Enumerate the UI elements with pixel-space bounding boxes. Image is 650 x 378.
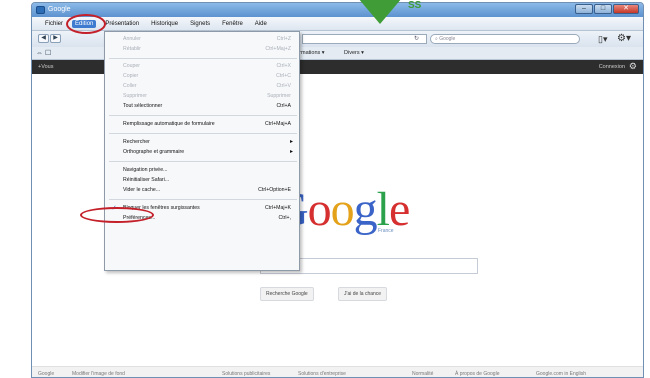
window-title: Google <box>48 6 71 13</box>
reload-icon[interactable]: ↻ <box>414 35 419 42</box>
footer-link[interactable]: Solutions d'entreprise <box>298 371 346 377</box>
preferences-highlight-ellipse <box>80 207 154 223</box>
menu-item-label: Tout sélectionner <box>123 103 163 109</box>
menu-item-rechercher[interactable]: Rechercher ▸ <box>105 138 299 147</box>
menu-separator <box>109 161 297 162</box>
close-button[interactable]: ✕ <box>613 4 639 14</box>
menu-item-shortcut: Ctrl+Maj+K <box>265 205 291 211</box>
gbar-plus-link[interactable]: +Vous <box>38 64 53 70</box>
menu-item-label: Navigation privée... <box>123 167 168 173</box>
bookmarks-icon[interactable]: ⇔ ☐ <box>36 49 51 57</box>
address-bar[interactable] <box>302 34 427 44</box>
menu-item-label: Réinitialiser Safari... <box>123 177 170 183</box>
menu-item-reinitialiser[interactable]: Réinitialiser Safari... <box>105 176 299 185</box>
submenu-arrow-icon: ▸ <box>289 149 293 155</box>
safari-app-icon <box>36 6 45 14</box>
google-search-button[interactable]: Recherche Google <box>260 287 314 301</box>
menu-item-vider-cache[interactable]: Vider le cache... Ctrl+Option+E <box>105 186 299 195</box>
footer-link[interactable]: Google.com in English <box>536 371 586 377</box>
submenu-arrow-icon: ▸ <box>289 139 293 145</box>
menu-item-shortcut: Ctrl+A <box>276 103 291 109</box>
footer-link[interactable]: Solutions publicitaires <box>222 371 270 377</box>
green-arrow-icon <box>358 0 402 24</box>
menu-item-copier[interactable]: Copier Ctrl+C <box>105 72 299 81</box>
footer-link[interactable]: Google <box>38 371 54 377</box>
menu-presentation[interactable]: Présentation <box>102 20 142 28</box>
search-placeholder: Google <box>439 36 456 42</box>
search-input[interactable]: ⌕ Google <box>430 34 580 44</box>
menu-item-navigation-privee[interactable]: Navigation privée... <box>105 166 299 175</box>
menu-item-couper[interactable]: Couper Ctrl+X <box>105 62 299 71</box>
gbar-gear-icon[interactable]: ⚙ <box>629 61 637 72</box>
logo-letter: g <box>353 183 378 236</box>
menu-item-orthographe[interactable]: Orthographe et grammaire ▸ <box>105 148 299 157</box>
menu-item-shortcut: Ctrl+, <box>278 215 291 221</box>
lucky-button[interactable]: J'ai de la chance <box>338 287 388 301</box>
menu-aide[interactable]: Aide <box>252 20 270 28</box>
menu-item-shortcut: Ctrl+Maj+Z <box>265 46 291 52</box>
menu-fichier[interactable]: Fichier <box>42 20 66 28</box>
menu-separator <box>109 133 297 134</box>
title-bar: Google – □ ✕ <box>32 3 643 17</box>
menu-item-annuler[interactable]: Annuler Ctrl+Z <box>105 35 299 44</box>
menu-item-retablir[interactable]: Rétablir Ctrl+Maj+Z <box>105 45 299 54</box>
menu-item-shortcut: Ctrl+Z <box>276 36 291 42</box>
menu-item-shortcut: Ctrl+C <box>276 73 291 79</box>
browser-window: Google – □ ✕ Fichier Édition Présentatio… <box>31 2 644 378</box>
menu-item-shortcut: Supprimer <box>267 93 291 99</box>
menu-item-label: Orthographe et grammaire <box>123 149 185 155</box>
page-menu-icon[interactable]: ▯▾ <box>598 34 607 45</box>
footer: Google Modifier l'image de fond Solution… <box>32 366 643 377</box>
minimize-button[interactable]: – <box>575 4 593 14</box>
maximize-button[interactable]: □ <box>594 4 612 14</box>
menu-signets[interactable]: Signets <box>187 20 213 28</box>
menu-item-shortcut: Ctrl+V <box>276 83 291 89</box>
menu-item-label: Copier <box>123 73 139 79</box>
edit-menu-dropdown: Annuler Ctrl+Z Rétablir Ctrl+Maj+Z Couper C… <box>104 31 300 271</box>
menu-item-shortcut: Ctrl+Maj+A <box>265 121 291 127</box>
menu-item-coller[interactable]: Coller Ctrl+V <box>105 82 299 91</box>
menu-item-remplissage[interactable]: Remplissage automatique de formulaire Ctr… <box>105 120 299 129</box>
menu-separator <box>109 115 297 116</box>
menu-item-label: Rechercher <box>123 139 150 145</box>
menu-item-label: Couper <box>123 63 141 69</box>
menu-item-label: Remplissage automatique de formulaire <box>123 121 215 127</box>
bookmark-divers[interactable]: Divers ▾ <box>344 50 364 56</box>
footer-link[interactable]: Normalité <box>412 371 433 377</box>
menu-item-supprimer[interactable]: Supprimer Supprimer <box>105 92 299 101</box>
footer-link[interactable]: Modifier l'image de fond <box>72 371 125 377</box>
window-controls: – □ ✕ <box>575 4 639 14</box>
edition-highlight-ellipse <box>66 14 106 34</box>
menu-bar: Fichier Édition Présentation Historique … <box>32 17 643 31</box>
menu-item-label: Supprimer <box>123 93 147 99</box>
menu-item-tout-selectionner[interactable]: Tout sélectionner Ctrl+A <box>105 102 299 111</box>
logo-letter: o <box>307 183 332 236</box>
sign-in-link[interactable]: Connexion <box>599 64 625 70</box>
menu-item-shortcut: Ctrl+X <box>276 63 291 69</box>
menu-fenetre[interactable]: Fenêtre <box>219 20 246 28</box>
menu-item-label: Rétablir <box>123 46 141 52</box>
back-button[interactable]: ◀ <box>38 34 49 43</box>
menu-item-label: Annuler <box>123 36 141 42</box>
footer-link[interactable]: À propos de Google <box>455 371 499 377</box>
menu-item-label: Vider le cache... <box>123 187 161 193</box>
logo-letter: o <box>330 183 355 236</box>
menu-separator <box>109 199 297 200</box>
arrow-annotation: SS <box>408 0 422 11</box>
menu-item-label: Coller <box>123 83 137 89</box>
menu-separator <box>109 58 297 59</box>
logo-subtitle: France <box>378 228 394 234</box>
menu-item-shortcut: Ctrl+Option+E <box>258 187 291 193</box>
forward-button[interactable]: ▶ <box>50 34 61 43</box>
menu-historique[interactable]: Historique <box>148 20 181 28</box>
settings-gear-icon[interactable]: ⚙▾ <box>617 33 631 44</box>
